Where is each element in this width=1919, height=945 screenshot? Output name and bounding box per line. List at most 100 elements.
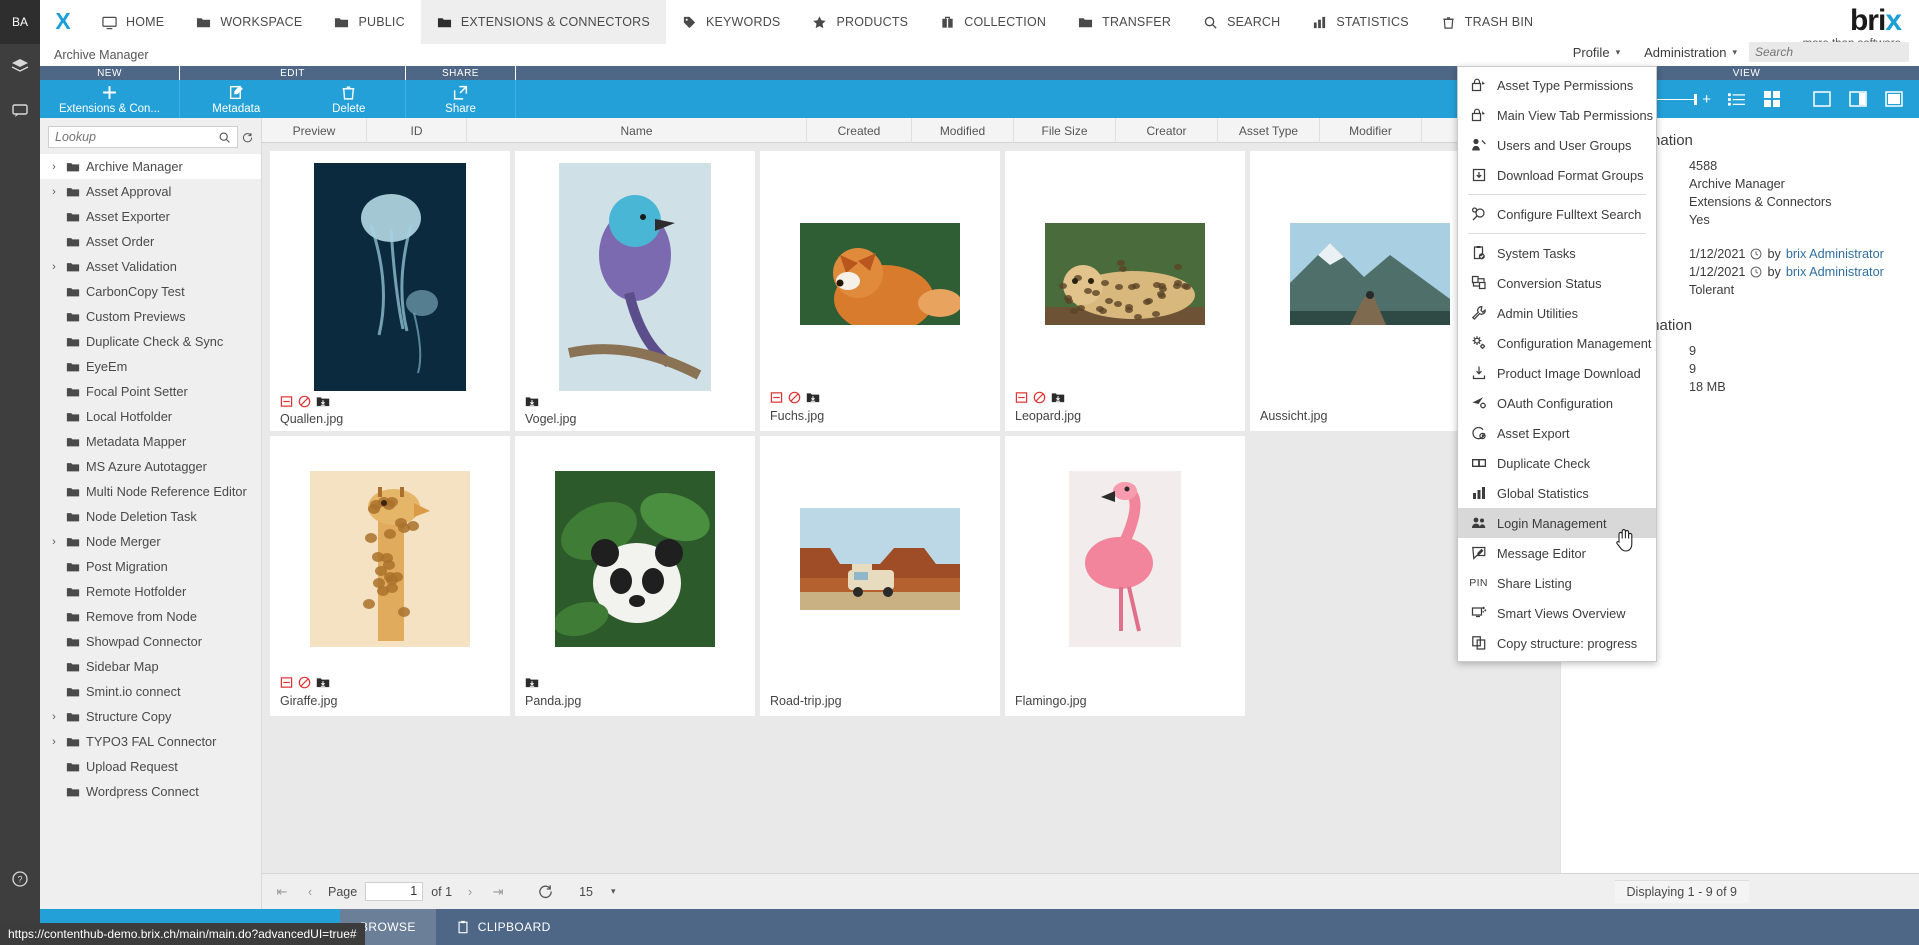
column-header-preview[interactable]: Preview <box>262 118 367 143</box>
no-access-icon[interactable] <box>788 391 801 404</box>
nav-item-collection[interactable]: COLLECTION <box>924 0 1062 44</box>
tree-item-upload-request[interactable]: Upload Request <box>40 754 261 779</box>
download-icon[interactable] <box>316 395 330 408</box>
asset-thumbnail[interactable] <box>1290 223 1450 325</box>
nav-item-public[interactable]: PUBLIC <box>318 0 420 44</box>
expand-chevron-icon[interactable]: › <box>48 736 60 748</box>
download-icon[interactable] <box>525 676 539 689</box>
asset-thumbnail-wrapper[interactable] <box>525 448 745 670</box>
tree-item-asset-validation[interactable]: › Asset Validation <box>40 254 261 279</box>
admin-menu-item-admin-utilities[interactable]: Admin Utilities <box>1458 298 1656 328</box>
tree-item-custom-previews[interactable]: Custom Previews <box>40 304 261 329</box>
lookup-field[interactable] <box>48 126 238 148</box>
admin-menu-item-oauth-configuration[interactable]: OAuth Configuration <box>1458 388 1656 418</box>
admin-menu-item-system-tasks[interactable]: System Tasks <box>1458 238 1656 268</box>
refresh-icon[interactable] <box>538 884 553 899</box>
no-access-icon[interactable] <box>298 395 311 408</box>
tree-item-sidebar-map[interactable]: Sidebar Map <box>40 654 261 679</box>
admin-menu-item-configuration-management[interactable]: Configuration Management <box>1458 328 1656 358</box>
zoom-in-label[interactable]: + <box>1702 91 1711 108</box>
asset-thumbnail[interactable] <box>800 223 960 325</box>
asset-tile[interactable]: Flamingo.jpg <box>1005 436 1245 716</box>
asset-thumbnail-wrapper[interactable] <box>1260 163 1480 385</box>
asset-tile[interactable]: Aussicht.jpg <box>1250 151 1490 431</box>
download-icon[interactable] <box>525 395 539 408</box>
admin-menu-item-product-image-download[interactable]: Product Image Download <box>1458 358 1656 388</box>
search-input[interactable] <box>1755 45 1912 59</box>
tree-item-asset-exporter[interactable]: Asset Exporter <box>40 204 261 229</box>
delete-button[interactable]: Delete <box>293 80 406 118</box>
column-header-id[interactable]: ID <box>367 118 467 143</box>
locked-icon[interactable] <box>770 391 783 404</box>
column-header-asset-type[interactable]: Asset Type <box>1218 118 1320 143</box>
asset-tile[interactable]: Giraffe.jpg <box>270 436 510 716</box>
expand-chevron-icon[interactable]: › <box>48 161 60 173</box>
column-header-created[interactable]: Created <box>807 118 912 143</box>
clipboard-tab[interactable]: CLIPBOARD <box>436 909 571 945</box>
page-number-input[interactable]: 1 <box>365 882 423 901</box>
admin-menu-item-smart-views-overview[interactable]: Smart Views Overview <box>1458 598 1656 628</box>
asset-thumbnail[interactable] <box>310 471 470 647</box>
nav-item-trash-bin[interactable]: TRASH BIN <box>1425 0 1549 44</box>
tree-item-node-deletion-task[interactable]: Node Deletion Task <box>40 504 261 529</box>
new-extension-button[interactable]: Extensions & Con... <box>40 80 179 118</box>
page-size-select[interactable]: 15 ▾ <box>579 885 615 899</box>
asset-thumbnail-wrapper[interactable] <box>280 448 500 670</box>
column-header-modifier[interactable]: Modifier <box>1320 118 1422 143</box>
column-header-creator[interactable]: Creator <box>1116 118 1218 143</box>
layout-full-button[interactable] <box>1883 88 1905 110</box>
tree-item-wordpress-connect[interactable]: Wordpress Connect <box>40 779 261 804</box>
last-page-button[interactable]: ⇥ <box>488 884 508 900</box>
layout-left-button[interactable] <box>1847 88 1869 110</box>
nav-item-search[interactable]: SEARCH <box>1187 0 1296 44</box>
tree-item-multi-node-reference-editor[interactable]: Multi Node Reference Editor <box>40 479 261 504</box>
share-button[interactable]: Share <box>406 80 515 118</box>
nav-item-home[interactable]: HOME <box>86 0 180 44</box>
asset-thumbnail-wrapper[interactable] <box>1015 163 1235 385</box>
tree-item-local-hotfolder[interactable]: Local Hotfolder <box>40 404 261 429</box>
rail-button-chat[interactable] <box>0 88 40 132</box>
tree-item-ms-azure-autotagger[interactable]: MS Azure Autotagger <box>40 454 261 479</box>
admin-menu-item-duplicate-check[interactable]: Duplicate Check <box>1458 448 1656 478</box>
prev-page-button[interactable]: ‹ <box>300 884 320 899</box>
tree-item-smint-io-connect[interactable]: Smint.io connect <box>40 679 261 704</box>
app-logo[interactable]: X <box>40 0 86 43</box>
locked-icon[interactable] <box>280 395 293 408</box>
refresh-icon[interactable] <box>242 130 253 145</box>
nav-item-statistics[interactable]: STATISTICS <box>1296 0 1424 44</box>
asset-thumbnail[interactable] <box>559 163 711 391</box>
nav-item-transfer[interactable]: TRANSFER <box>1062 0 1187 44</box>
grid-view-button[interactable] <box>1761 88 1783 110</box>
asset-thumbnail[interactable] <box>1045 223 1205 325</box>
download-icon[interactable] <box>316 676 330 689</box>
tree-item-asset-approval[interactable]: › Asset Approval <box>40 179 261 204</box>
nav-item-products[interactable]: PRODUCTS <box>796 0 924 44</box>
administration-menu-button[interactable]: Administration ▾ <box>1632 40 1749 64</box>
profile-menu-button[interactable]: Profile ▾ <box>1561 40 1632 64</box>
zoom-slider-knob[interactable] <box>1694 94 1697 105</box>
search-box[interactable] <box>1749 42 1909 62</box>
admin-menu-item-download-format-groups[interactable]: Download Format Groups <box>1458 160 1656 190</box>
asset-thumbnail-wrapper[interactable] <box>280 163 500 391</box>
asset-thumbnail[interactable] <box>800 508 960 610</box>
created-by-user[interactable]: brix Administrator <box>1786 247 1884 261</box>
asset-thumbnail-wrapper[interactable] <box>525 163 745 391</box>
first-page-button[interactable]: ⇤ <box>272 884 292 900</box>
no-access-icon[interactable] <box>298 676 311 689</box>
locked-icon[interactable] <box>1015 391 1028 404</box>
modified-by-user[interactable]: brix Administrator <box>1786 265 1884 279</box>
tree-item-node-merger[interactable]: › Node Merger <box>40 529 261 554</box>
tree-item-eyeem[interactable]: EyeEm <box>40 354 261 379</box>
tree-item-metadata-mapper[interactable]: Metadata Mapper <box>40 429 261 454</box>
admin-menu-item-copy-structure-progress[interactable]: Copy structure: progress <box>1458 628 1656 658</box>
admin-menu-item-asset-type-permissions[interactable]: Asset Type Permissions <box>1458 70 1656 100</box>
expand-chevron-icon[interactable]: › <box>48 186 60 198</box>
list-view-button[interactable] <box>1725 88 1747 110</box>
admin-menu-item-main-view-tab-permissions[interactable]: Main View Tab Permissions <box>1458 100 1656 130</box>
nav-item-workspace[interactable]: WORKSPACE <box>180 0 318 44</box>
rail-button-ba[interactable]: BA <box>0 0 40 44</box>
asset-tile[interactable]: Fuchs.jpg <box>760 151 1000 431</box>
expand-chevron-icon[interactable]: › <box>48 711 60 723</box>
rail-button-help[interactable]: ? <box>0 857 40 901</box>
tree-item-asset-order[interactable]: Asset Order <box>40 229 261 254</box>
